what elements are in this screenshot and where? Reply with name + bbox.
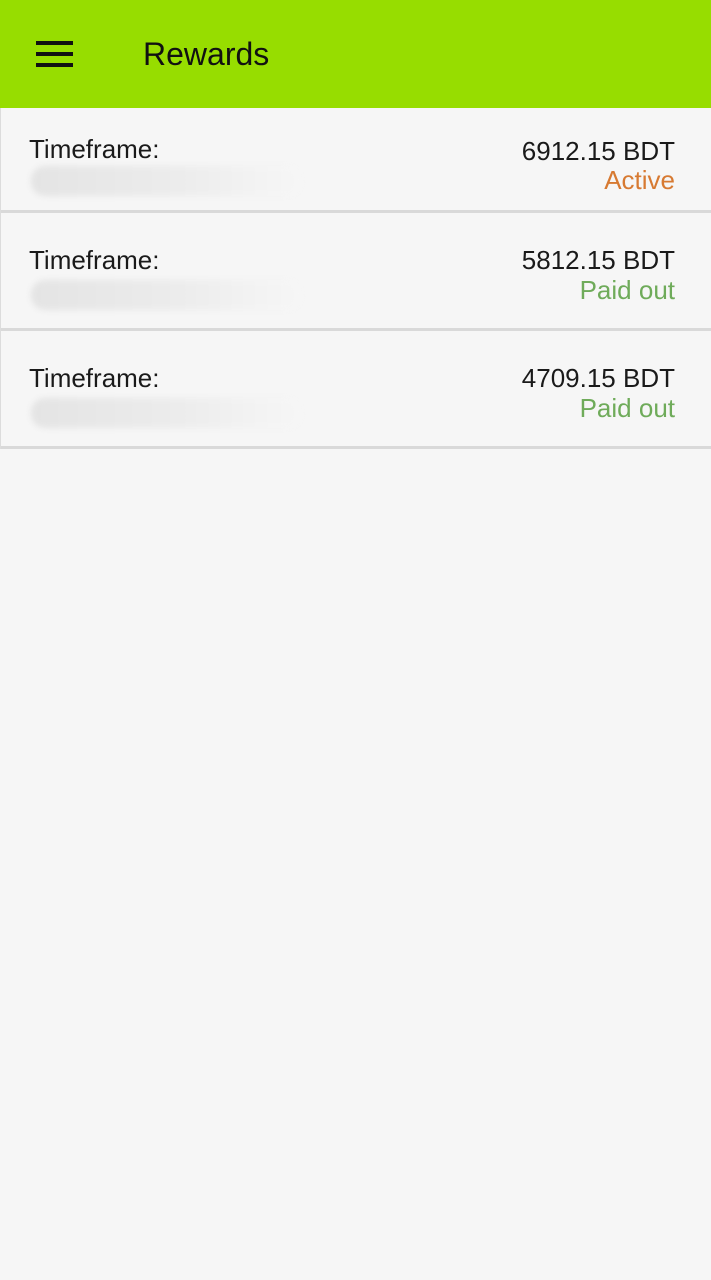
page-title: Rewards	[143, 36, 270, 72]
status-badge: Paid out	[579, 275, 675, 305]
timeframe-value-redacted	[31, 280, 301, 310]
timeframe-value-redacted	[31, 398, 301, 428]
timeframe-label: Timeframe:	[29, 363, 160, 393]
timeframe-label: Timeframe:	[29, 245, 160, 275]
reward-row[interactable]: Timeframe: 6912.15 BDT Active	[1, 108, 711, 213]
reward-amount: 4709.15 BDT	[521, 363, 675, 393]
timeframe-label: Timeframe:	[29, 134, 160, 164]
reward-row[interactable]: Timeframe: 4709.15 BDT Paid out	[1, 331, 711, 449]
hamburger-menu-icon	[36, 41, 73, 67]
menu-button[interactable]	[26, 28, 84, 80]
reward-amount: 6912.15 BDT	[521, 136, 675, 166]
app-bar: Rewards	[0, 0, 711, 108]
status-badge: Active	[604, 165, 675, 195]
reward-amount: 5812.15 BDT	[521, 245, 675, 275]
reward-row[interactable]: Timeframe: 5812.15 BDT Paid out	[1, 213, 711, 331]
rewards-list: Timeframe: 6912.15 BDT Active Timeframe:…	[0, 108, 711, 449]
timeframe-value-redacted	[31, 166, 301, 196]
status-badge: Paid out	[579, 393, 675, 423]
